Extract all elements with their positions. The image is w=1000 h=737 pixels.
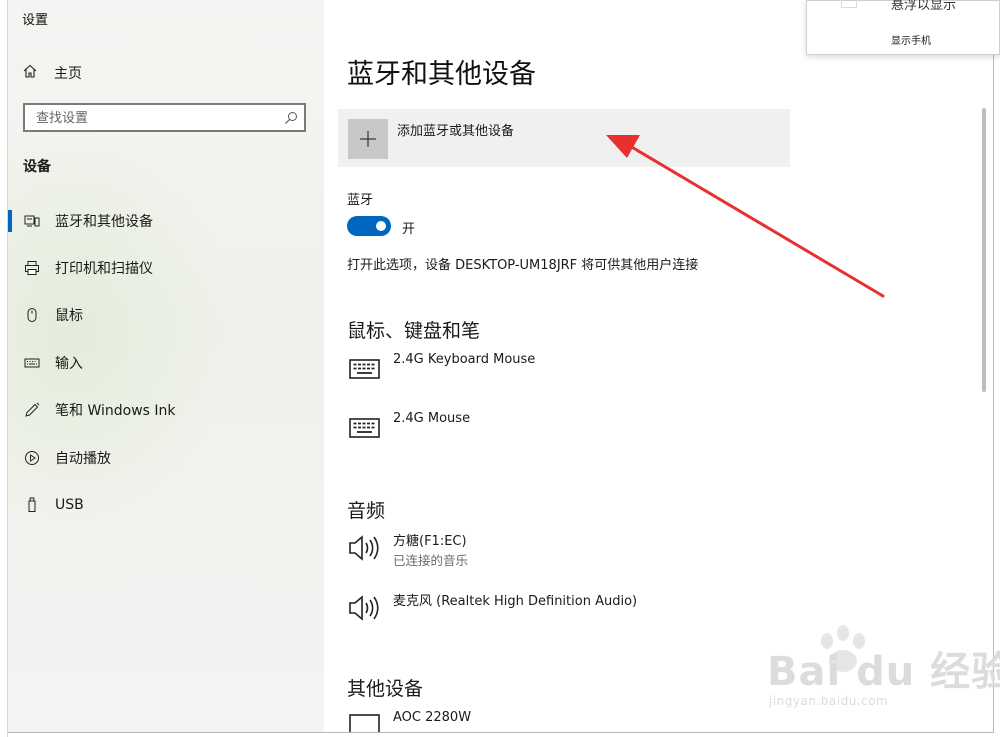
sidebar-item-usb[interactable]: USB: [8, 481, 324, 528]
device-item[interactable]: AOC 2280W: [347, 710, 787, 732]
sidebar-item-label: 蓝牙和其他设备: [55, 213, 153, 230]
bluetooth-devices-icon: [24, 213, 40, 229]
device-name: 2.4G Keyboard Mouse: [393, 352, 536, 367]
bluetooth-toggle[interactable]: [347, 216, 391, 236]
toggle-knob: [376, 221, 386, 231]
sidebar-nav: 蓝牙和其他设备 打印机和扫描仪 鼠标 输入 笔和 Windows Ink 自动播…: [8, 197, 324, 529]
device-item[interactable]: 方糖(F1:EC) 已连接的音乐: [347, 530, 787, 578]
sidebar-item-typing[interactable]: 输入: [8, 339, 324, 386]
printer-icon: [24, 260, 40, 276]
search-icon[interactable]: [284, 110, 298, 129]
mouse-icon: [24, 307, 40, 323]
other-devices-heading: 其他设备: [347, 678, 424, 700]
desktop-edge: [0, 0, 8, 737]
autoplay-icon: [24, 450, 40, 466]
window-title: 设置: [22, 13, 49, 28]
add-device-label: 添加蓝牙或其他设备: [397, 124, 515, 139]
search-box[interactable]: [23, 103, 306, 132]
watermark-text: Bai du 经验: [767, 649, 1000, 695]
sidebar-item-autoplay[interactable]: 自动播放: [8, 434, 324, 481]
pen-icon: [24, 402, 40, 418]
device-item[interactable]: 2.4G Mouse: [347, 411, 787, 459]
audio-heading: 音频: [347, 500, 386, 522]
add-device-button[interactable]: 添加蓝牙或其他设备: [338, 109, 790, 167]
device-name: AOC 2280W: [393, 710, 472, 725]
monitor-icon: [347, 710, 383, 732]
search-input[interactable]: [34, 105, 278, 132]
device-item[interactable]: 麦克风 (Realtek High Definition Audio): [347, 590, 787, 638]
sidebar: 设置 主页 设备 蓝牙和其他设备: [8, 0, 324, 732]
sidebar-item-mouse[interactable]: 鼠标: [8, 292, 324, 339]
speaker-icon: [347, 530, 383, 566]
sidebar-item-label: 输入: [55, 355, 83, 372]
sidebar-item-label: 自动播放: [55, 450, 111, 467]
sidebar-home-label: 主页: [54, 66, 82, 82]
sidebar-item-label: 笔和 Windows Ink: [55, 403, 176, 420]
phone-popup[interactable]: 悬浮以显示 显示手机: [806, 0, 1000, 55]
phone-icon: [841, 0, 857, 8]
usb-icon: [24, 497, 40, 513]
sidebar-item-label: 打印机和扫描仪: [55, 261, 153, 278]
mouse-keyboard-pen-heading: 鼠标、键盘和笔: [347, 320, 481, 342]
keyboard-icon: [347, 411, 383, 447]
device-item[interactable]: 2.4G Keyboard Mouse: [347, 352, 787, 400]
page-title: 蓝牙和其他设备: [347, 59, 536, 90]
plus-icon: [348, 119, 388, 159]
sidebar-section-title: 设备: [23, 159, 51, 175]
device-status: 已连接的音乐: [393, 553, 469, 568]
scrollbar[interactable]: [982, 108, 986, 392]
sidebar-home[interactable]: 主页: [22, 63, 82, 83]
sidebar-item-pen[interactable]: 笔和 Windows Ink: [8, 387, 324, 434]
sidebar-item-label: USB: [55, 497, 84, 514]
bluetooth-toggle-state: 开: [402, 222, 416, 237]
device-name: 麦克风 (Realtek High Definition Audio): [393, 594, 638, 609]
device-name: 2.4G Mouse: [393, 411, 471, 426]
home-icon: [22, 63, 38, 83]
device-name: 方糖(F1:EC): [393, 534, 467, 549]
sidebar-item-bluetooth[interactable]: 蓝牙和其他设备: [8, 197, 324, 244]
settings-window: 设置 主页 设备 蓝牙和其他设备: [8, 0, 994, 733]
popup-hover-text: 悬浮以显示: [891, 0, 957, 13]
keyboard-icon: [347, 352, 383, 388]
keyboard-icon: [24, 355, 40, 371]
popup-show-phone[interactable]: 显示手机: [891, 32, 931, 47]
main-content: 蓝牙和其他设备 添加蓝牙或其他设备 蓝牙 开 打开此选项，设备 DESKTOP-…: [324, 0, 993, 732]
sidebar-item-printers[interactable]: 打印机和扫描仪: [8, 244, 324, 291]
discoverable-text: 打开此选项，设备 DESKTOP-UM18JRF 将可供其他用户连接: [347, 258, 699, 273]
sidebar-item-label: 鼠标: [55, 308, 83, 325]
bluetooth-label: 蓝牙: [347, 193, 374, 208]
speaker-icon: [347, 590, 383, 626]
watermark-url: jingyan.baidu.com: [769, 694, 889, 708]
